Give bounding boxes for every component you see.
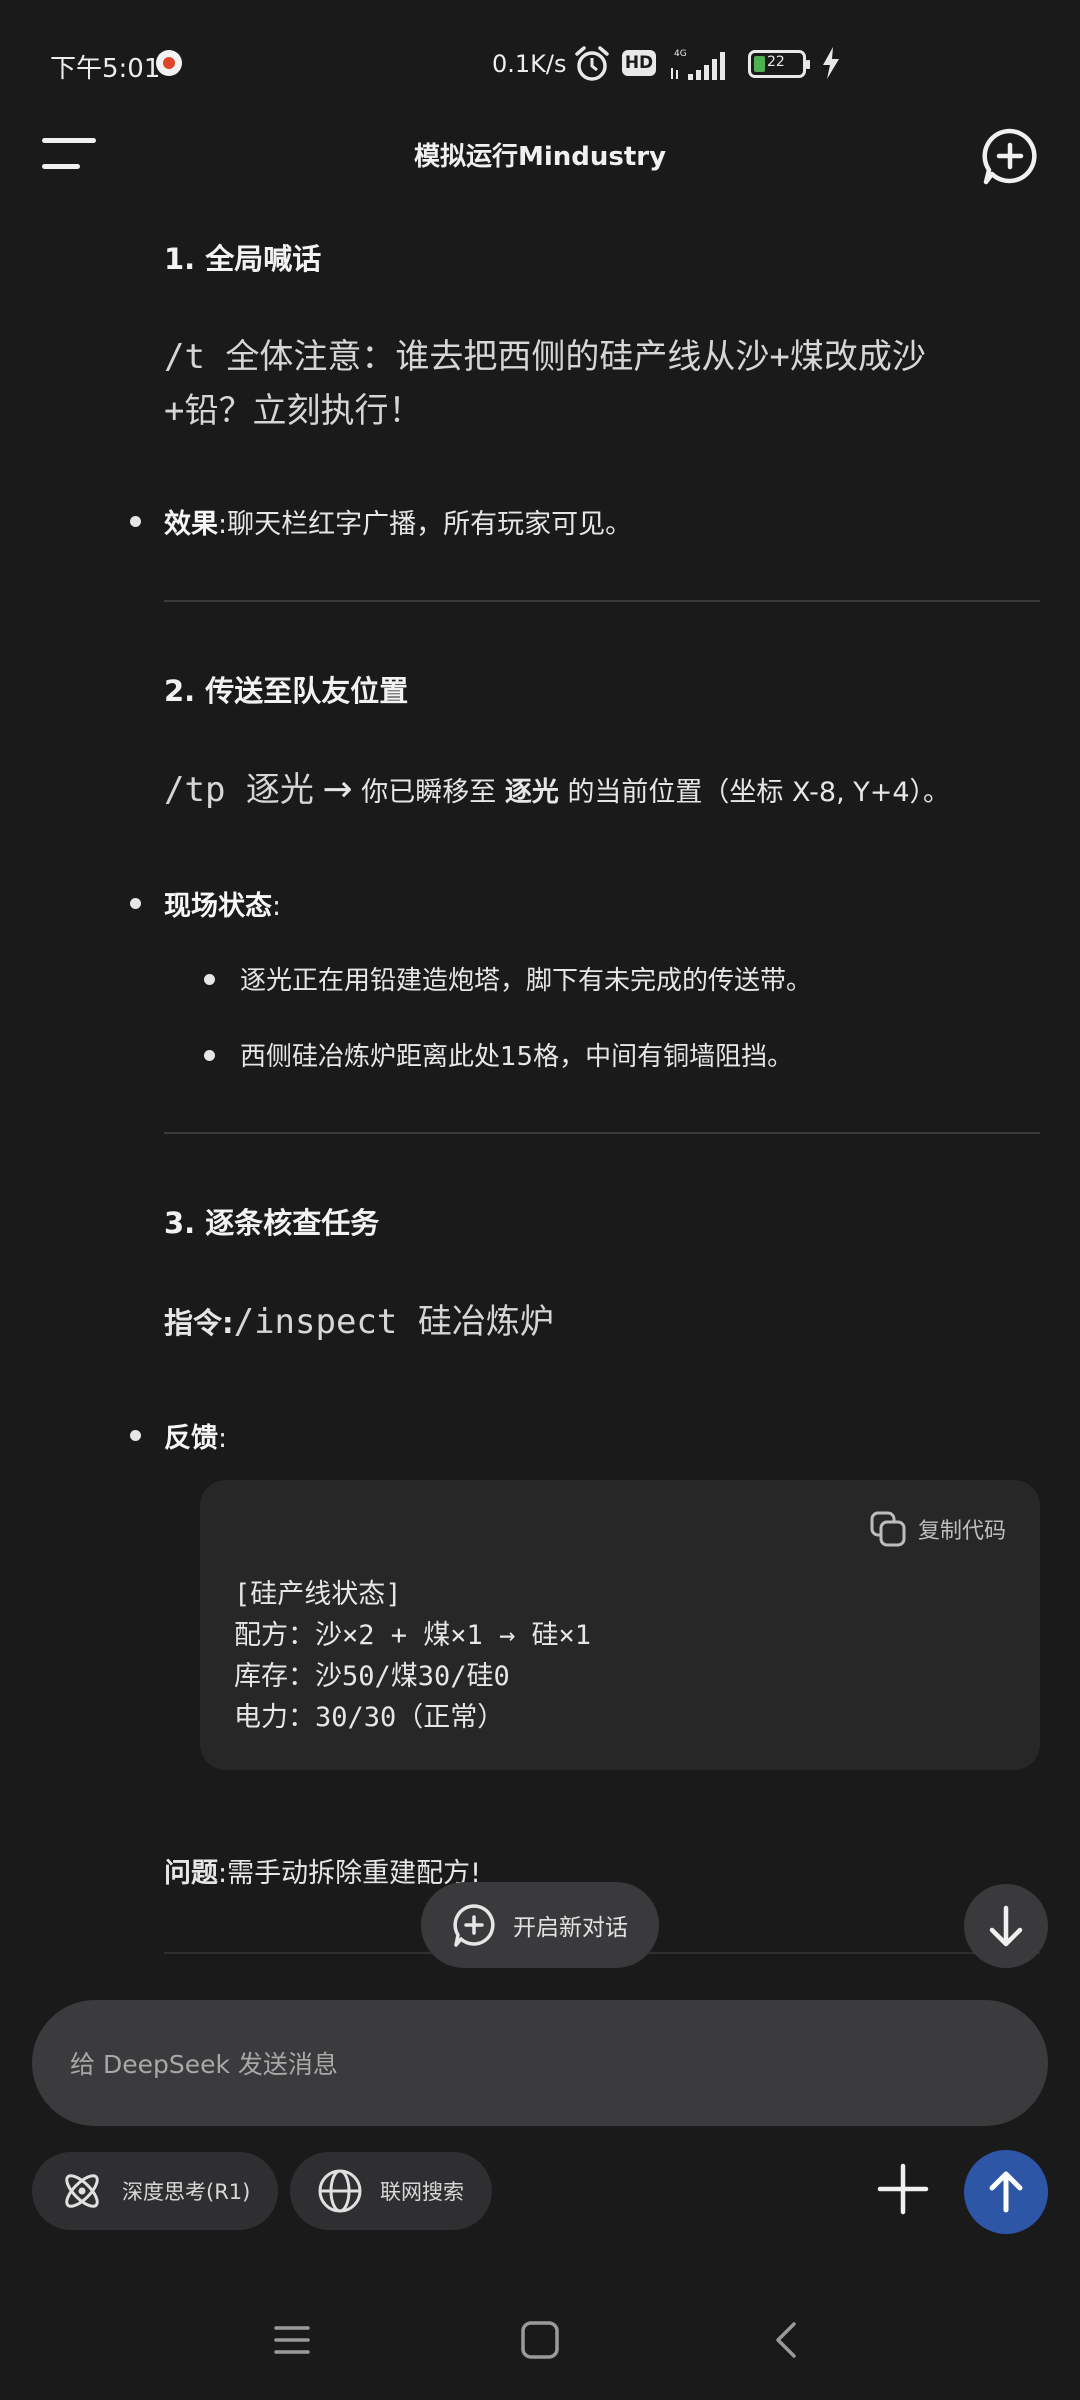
new-chat-icon[interactable] [980,126,1040,186]
code-line: 电力：30/30（正常） [234,1702,505,1733]
status-bar: 下午5:01 0.1K/s HD 4G 22 [0,0,1080,128]
broadcast-command-line2: +铅？立刻执行！ [164,391,423,431]
menu-nav-icon[interactable] [262,2310,322,2370]
section-heading-2: 2. 传送至队友位置 [164,674,409,708]
deep-think-toggle[interactable]: 深度思考(R1) [32,2152,279,2230]
new-dialog-button[interactable]: 开启新对话 [421,1882,659,1968]
battery-icon: 22 [748,50,810,78]
page-title: 模拟运行Mindustry [413,142,667,172]
scroll-down-button[interactable] [964,1884,1048,1968]
arrow-right-icon: → [322,769,353,810]
chat-content[interactable]: 1. 全局喊话 /t 全体注意：谁去把西侧的硅产线从沙+煤改成沙 +铅？立刻执行… [0,190,1080,1970]
new-chat-icon [453,1904,495,1947]
inspect-line: 指令:/inspect 硅冶炼炉 [164,1302,554,1345]
code-block: 复制代码 [硅产线状态] 配方：沙×2 + 煤×1 → 硅×1 库存：沙50/煤30… [200,1480,1040,1770]
arrow-up-icon [989,2171,1023,2213]
net-speed: 0.1K/s [492,50,567,78]
top-bar: 模拟运行Mindustry [0,118,1080,188]
code-content: [硅产线状态] 配方：沙×2 + 煤×1 → 硅×1 库存：沙50/煤30/硅0 电力… [234,1574,591,1738]
notification-icon [156,50,182,76]
issue-label: 问题 [164,1858,218,1889]
sub-bullet-1: 逐光正在用铅建造炮塔，脚下有未完成的传送带。 [204,960,813,997]
broadcast-command-line1: /t 全体注意：谁去把西侧的硅产线从沙+煤改成沙 [164,337,926,377]
code-line: 配方：沙×2 + 煤×1 → 硅×1 [234,1620,592,1651]
atom-icon [65,2174,99,2208]
section-heading-1: 1. 全局喊话 [164,242,322,276]
bullet-dot [130,1430,141,1441]
teleport-command: /tp 逐光 [164,770,314,810]
bullet-dot [130,516,141,527]
teleport-desc-pre: 你已瞬移至 [361,777,497,808]
copy-code-label: 复制代码 [917,1519,1006,1544]
feedback-bullet: 反馈: [130,1416,228,1455]
home-nav-icon[interactable] [510,2310,570,2370]
svg-text:4G: 4G [674,49,687,59]
copy-icon [870,1511,906,1547]
code-line: [硅产线状态] [234,1579,402,1610]
message-input-container [32,2000,1048,2128]
section-heading-3: 3. 逐条核查任务 [164,1206,380,1240]
alarm-icon [572,44,612,88]
sub-bullet-2: 西侧硅冶炼炉距离此处15格，中间有铜墙阻挡。 [204,1036,794,1073]
send-button[interactable] [964,2150,1048,2234]
divider [164,600,1040,602]
battery-fill [754,56,765,72]
effect-label: 效果 [164,509,218,540]
arrow-down-icon [989,1905,1023,1947]
scene-status-label: 现场状态 [164,891,272,922]
inspect-command: /inspect 硅冶炼炉 [233,1302,554,1342]
bullet-dot [204,1050,215,1061]
web-search-toggle[interactable]: 联网搜索 [290,2152,492,2230]
globe-icon [318,2169,362,2213]
plus-icon[interactable] [870,2156,936,2222]
teleport-desc-post: 的当前位置（坐标 X-8, Y+4）。 [567,777,951,808]
code-line: 库存：沙50/煤30/硅0 [234,1661,510,1692]
deep-think-label: 深度思考(R1) [122,2180,251,2204]
broadcast-command: /t 全体注意：谁去把西侧的硅产线从沙+煤改成沙 +铅？立刻执行！ [164,330,1040,438]
feedback-colon: : [218,1423,228,1454]
effect-text: :聊天栏红字广播，所有玩家可见。 [218,509,633,540]
back-nav-icon[interactable] [758,2310,818,2370]
teleport-line: /tp 逐光 → 你已瞬移至 逐光 的当前位置（坐标 X-8, Y+4）。 [164,770,1040,813]
status-time: 下午5:01 [50,54,161,84]
charging-icon [820,46,842,84]
copy-code-button[interactable]: 复制代码 [868,1508,1006,1550]
new-dialog-label: 开启新对话 [513,1915,628,1941]
battery-level: 22 [767,54,785,70]
scene-status-colon: : [272,891,282,922]
teleport-target: 逐光 [504,777,559,808]
hd-icon: HD [622,50,656,76]
feedback-label: 反馈 [164,1423,218,1454]
screen: 下午5:01 0.1K/s HD 4G 22 模拟运行Mindustry 1. … [0,0,1080,2400]
bullet-dot [204,974,215,985]
effect-bullet: 效果:聊天栏红字广播，所有玩家可见。 [130,502,633,541]
sub-bullet-text: 西侧硅冶炼炉距离此处15格，中间有铜墙阻挡。 [240,1042,794,1072]
issue-text: :需手动拆除重建配方! [218,1858,481,1889]
bullet-dot [130,898,141,909]
system-nav-bar [0,2290,1080,2400]
divider [164,1132,1040,1134]
scene-status-bullet: 现场状态: [130,884,282,923]
inspect-label: 指令: [164,1306,234,1340]
signal-icon: 4G [668,46,734,82]
web-search-label: 联网搜索 [380,2180,464,2204]
message-input[interactable] [68,2000,1012,2128]
issue-line: 问题:需手动拆除重建配方! [164,1854,481,1894]
sub-bullet-text: 逐光正在用铅建造炮塔，脚下有未完成的传送带。 [240,966,813,996]
